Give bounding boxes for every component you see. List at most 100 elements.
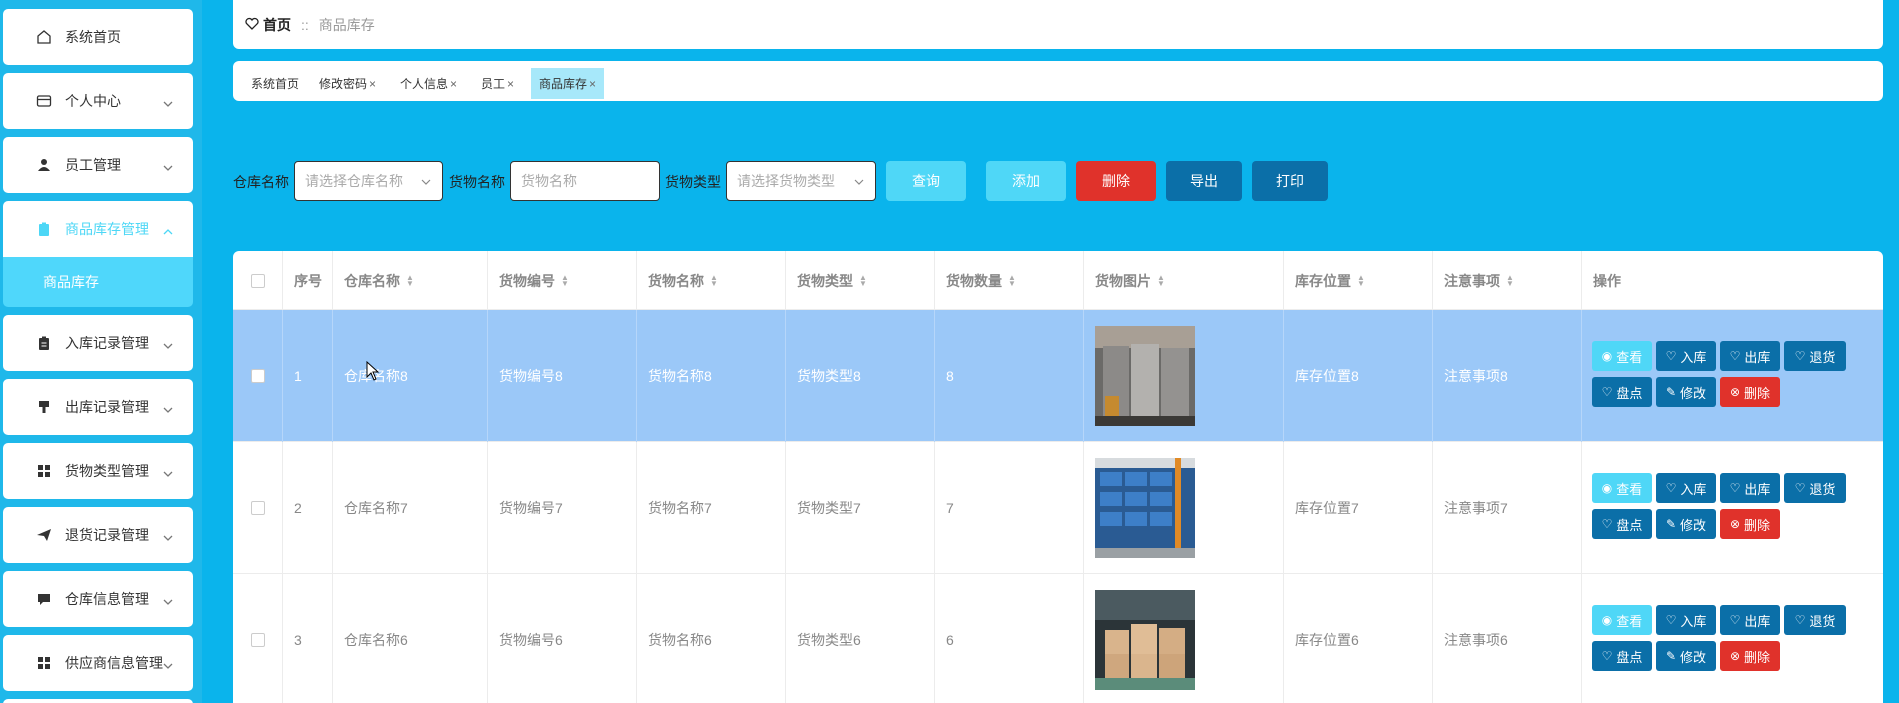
goods-image[interactable] xyxy=(1095,326,1195,426)
table-row[interactable]: 2 仓库名称7 货物编号7 货物名称7 货物类型7 7 库存位置7 注意事项7 … xyxy=(233,442,1883,574)
tab-staff[interactable]: 员工 × xyxy=(473,68,522,99)
view-button[interactable]: ◉ 查看 xyxy=(1592,341,1652,371)
row-checkbox[interactable] xyxy=(250,369,265,383)
sidebar-item-returns[interactable]: 退货记录管理 xyxy=(3,507,193,563)
sort-icon: ▲ ▼ xyxy=(406,272,414,288)
close-icon[interactable]: × xyxy=(589,77,596,91)
stock-out-button[interactable]: ♡ 出库 xyxy=(1720,605,1780,635)
row-checkbox[interactable] xyxy=(250,501,265,515)
batch-delete-button[interactable]: 删除 xyxy=(1076,161,1156,201)
breadcrumb-home[interactable]: 首页 xyxy=(263,15,291,35)
row-select-cell xyxy=(233,574,283,703)
close-icon[interactable]: × xyxy=(369,77,376,91)
sidebar-item-staff[interactable]: 员工管理 xyxy=(3,137,193,193)
column-header-location[interactable]: 库存位置 ▲ ▼ xyxy=(1284,251,1433,310)
add-button[interactable]: 添加 xyxy=(986,161,1066,201)
column-header-qty[interactable]: 货物数量 ▲ ▼ xyxy=(935,251,1084,310)
sidebar-item-stock[interactable]: 商品库存管理 xyxy=(3,201,193,257)
sort-icon: ▲ ▼ xyxy=(1506,272,1514,288)
view-button[interactable]: ◉ 查看 xyxy=(1592,473,1652,503)
inventory-button[interactable]: ♡ 盘点 xyxy=(1592,377,1652,407)
return-button[interactable]: ♡ 退货 xyxy=(1784,605,1846,635)
goods-type-label: 货物类型 xyxy=(665,174,721,190)
tab-personal-info[interactable]: 个人信息 × xyxy=(392,68,465,99)
sidebar-item-stock-in[interactable]: 入库记录管理 xyxy=(3,315,193,371)
inventory-button[interactable]: ♡ 盘点 xyxy=(1592,641,1652,671)
row-checkbox[interactable] xyxy=(250,633,265,647)
table-row[interactable]: 3 仓库名称6 货物编号6 货物名称6 货物类型6 6 库存位置6 注意事项6 … xyxy=(233,574,1883,703)
close-circle-icon: ⊗ xyxy=(1729,517,1741,531)
sidebar-item-supplier[interactable]: 供应商信息管理 xyxy=(3,635,193,691)
cell-type: 货物类型7 xyxy=(786,442,935,574)
cell-actions: ◉ 查看 ♡ 入库 ♡ 出库 ♡ 退货 ♡ 盘点 ✎ 修改 ⊗ 删除 xyxy=(1582,310,1883,442)
stock-out-button[interactable]: ♡ 出库 xyxy=(1720,341,1780,371)
stock-table: 序号 仓库名称 ▲ ▼ 货物编号 ▲ ▼ 货物名称 ▲ ▼ 货物类型 ▲ ▼ 货物数量 ▲ ▼ 货物… xyxy=(233,251,1883,703)
sidebar-item-label: 系统首页 xyxy=(65,29,121,45)
breadcrumb-current: 商品库存 xyxy=(318,16,375,33)
sidebar-item-home[interactable]: 系统首页 xyxy=(3,9,193,65)
stock-in-button[interactable]: ♡ 入库 xyxy=(1656,341,1716,371)
column-header-warehouse[interactable]: 仓库名称 ▲ ▼ xyxy=(333,251,488,310)
sidebar-item-warehouse[interactable]: 仓库信息管理 xyxy=(3,571,193,627)
stock-in-button[interactable]: ♡ 入库 xyxy=(1656,473,1716,503)
sidebar-item-more[interactable] xyxy=(3,699,193,703)
goods-name-input[interactable]: 货物名称 xyxy=(510,161,660,201)
cell-warehouse: 仓库名称8 xyxy=(333,310,488,442)
goods-image[interactable] xyxy=(1095,590,1195,690)
tab-change-password[interactable]: 修改密码 × xyxy=(311,68,384,99)
edit-button[interactable]: ✎ 修改 xyxy=(1656,641,1716,671)
sidebar-item-goods-type[interactable]: 货物类型管理 xyxy=(3,443,193,499)
chevron-up-icon xyxy=(163,223,173,239)
mouse-cursor-icon xyxy=(366,361,380,381)
sidebar-item-label: 入库记录管理 xyxy=(65,335,149,351)
query-button[interactable]: 查询 xyxy=(886,161,966,201)
goods-image[interactable] xyxy=(1095,458,1195,558)
column-header-image[interactable]: 货物图片 ▲ ▼ xyxy=(1084,251,1284,310)
sidebar-subitem-label: 商品库存 xyxy=(43,274,99,290)
clipboard-icon xyxy=(35,334,53,352)
stock-in-button[interactable]: ♡ 入库 xyxy=(1656,605,1716,635)
column-header-note[interactable]: 注意事项 ▲ ▼ xyxy=(1433,251,1582,310)
chevron-down-icon xyxy=(853,174,865,190)
goods-type-select[interactable]: 请选择货物类型 xyxy=(726,161,876,201)
tab-home[interactable]: 系统首页 xyxy=(243,68,307,99)
eye-icon: ◉ xyxy=(1601,613,1613,627)
column-header-code[interactable]: 货物编号 ▲ ▼ xyxy=(488,251,637,310)
chevron-down-icon xyxy=(163,529,173,545)
edit-button[interactable]: ✎ 修改 xyxy=(1656,377,1716,407)
delete-button[interactable]: ⊗ 删除 xyxy=(1720,509,1780,539)
return-button[interactable]: ♡ 退货 xyxy=(1784,341,1846,371)
table-row[interactable]: 1 仓库名称8 货物编号8 货物名称8 货物类型8 8 库存位置8 注意事项8 … xyxy=(233,310,1883,442)
warehouse-select[interactable]: 请选择仓库名称 xyxy=(294,161,443,201)
home-icon xyxy=(35,28,53,46)
column-header-name[interactable]: 货物名称 ▲ ▼ xyxy=(637,251,786,310)
close-icon[interactable]: × xyxy=(450,77,457,91)
sidebar-item-label: 出库记录管理 xyxy=(65,399,149,415)
heart-icon: ♡ xyxy=(1794,613,1806,627)
sidebar-item-label: 供应商信息管理 xyxy=(65,655,163,671)
sidebar: 系统首页 个人中心 员工管理 商品库存管理 商品库存 入库记录管理 出库记录管理… xyxy=(0,0,202,703)
sidebar-subitem-stock[interactable]: 商品库存 xyxy=(3,257,193,307)
edit-button[interactable]: ✎ 修改 xyxy=(1656,509,1716,539)
inventory-button[interactable]: ♡ 盘点 xyxy=(1592,509,1652,539)
print-button[interactable]: 打印 xyxy=(1252,161,1328,201)
sidebar-item-stock-out[interactable]: 出库记录管理 xyxy=(3,379,193,435)
brush-icon xyxy=(35,398,53,416)
goods-name-placeholder: 货物名称 xyxy=(521,173,577,189)
sidebar-item-profile[interactable]: 个人中心 xyxy=(3,73,193,129)
tab-stock[interactable]: 商品库存 × xyxy=(531,68,605,99)
cell-image xyxy=(1084,442,1284,574)
delete-button[interactable]: ⊗ 删除 xyxy=(1720,377,1780,407)
tab-label: 修改密码 xyxy=(319,77,368,91)
return-button[interactable]: ♡ 退货 xyxy=(1784,473,1846,503)
sort-icon: ▲ ▼ xyxy=(1157,272,1165,288)
tab-label: 个人信息 xyxy=(400,77,449,91)
select-all-checkbox[interactable] xyxy=(250,273,265,288)
column-header-type[interactable]: 货物类型 ▲ ▼ xyxy=(786,251,935,310)
view-button[interactable]: ◉ 查看 xyxy=(1592,605,1652,635)
export-button[interactable]: 导出 xyxy=(1166,161,1242,201)
grid-icon xyxy=(35,654,53,672)
close-icon[interactable]: × xyxy=(507,77,514,91)
delete-button[interactable]: ⊗ 删除 xyxy=(1720,641,1780,671)
stock-out-button[interactable]: ♡ 出库 xyxy=(1720,473,1780,503)
